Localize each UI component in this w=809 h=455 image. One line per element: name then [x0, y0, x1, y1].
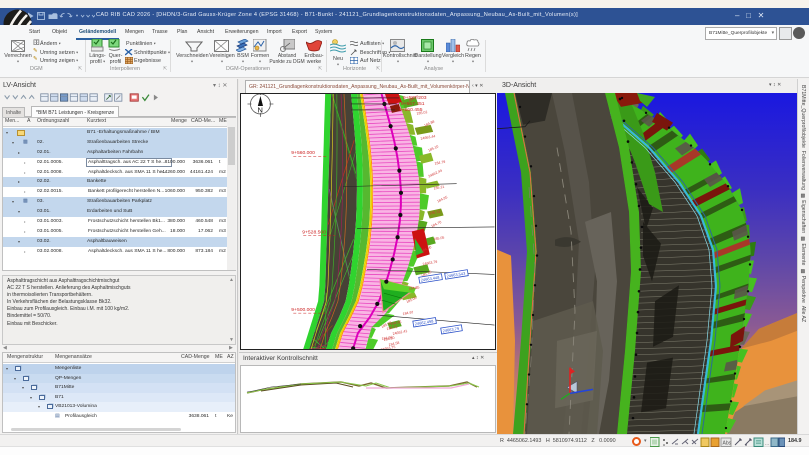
svg-text:9+500.000: 9+500.000 — [291, 307, 315, 313]
svg-text:24662.49: 24662.49 — [427, 169, 442, 179]
svg-text:184.95: 184.95 — [436, 195, 448, 203]
svg-text:184.70: 184.70 — [430, 220, 442, 228]
svg-text:...: ... — [765, 441, 769, 447]
svg-text:24662.41: 24662.41 — [392, 329, 407, 336]
svg-text:185.05: 185.05 — [433, 236, 444, 242]
svg-text:24663.75: 24663.75 — [380, 345, 395, 349]
svg-text:185.02: 185.02 — [416, 110, 427, 116]
svg-text:N: N — [257, 105, 262, 114]
svg-text:Abs: Abs — [723, 440, 732, 446]
svg-text:24663.44: 24663.44 — [420, 134, 435, 141]
svg-text:185.21: 185.21 — [433, 185, 444, 191]
svg-text:9+528.500: 9+528.500 — [302, 229, 326, 235]
svg-text:24663.79: 24663.79 — [422, 260, 437, 267]
svg-text:184.97: 184.97 — [402, 310, 413, 316]
svg-text:185.10: 185.10 — [427, 144, 439, 152]
svg-text:9+560.000: 9+560.000 — [291, 150, 315, 156]
svg-text:184.79: 184.79 — [434, 160, 445, 166]
svg-text:184.72: 184.72 — [386, 325, 398, 331]
